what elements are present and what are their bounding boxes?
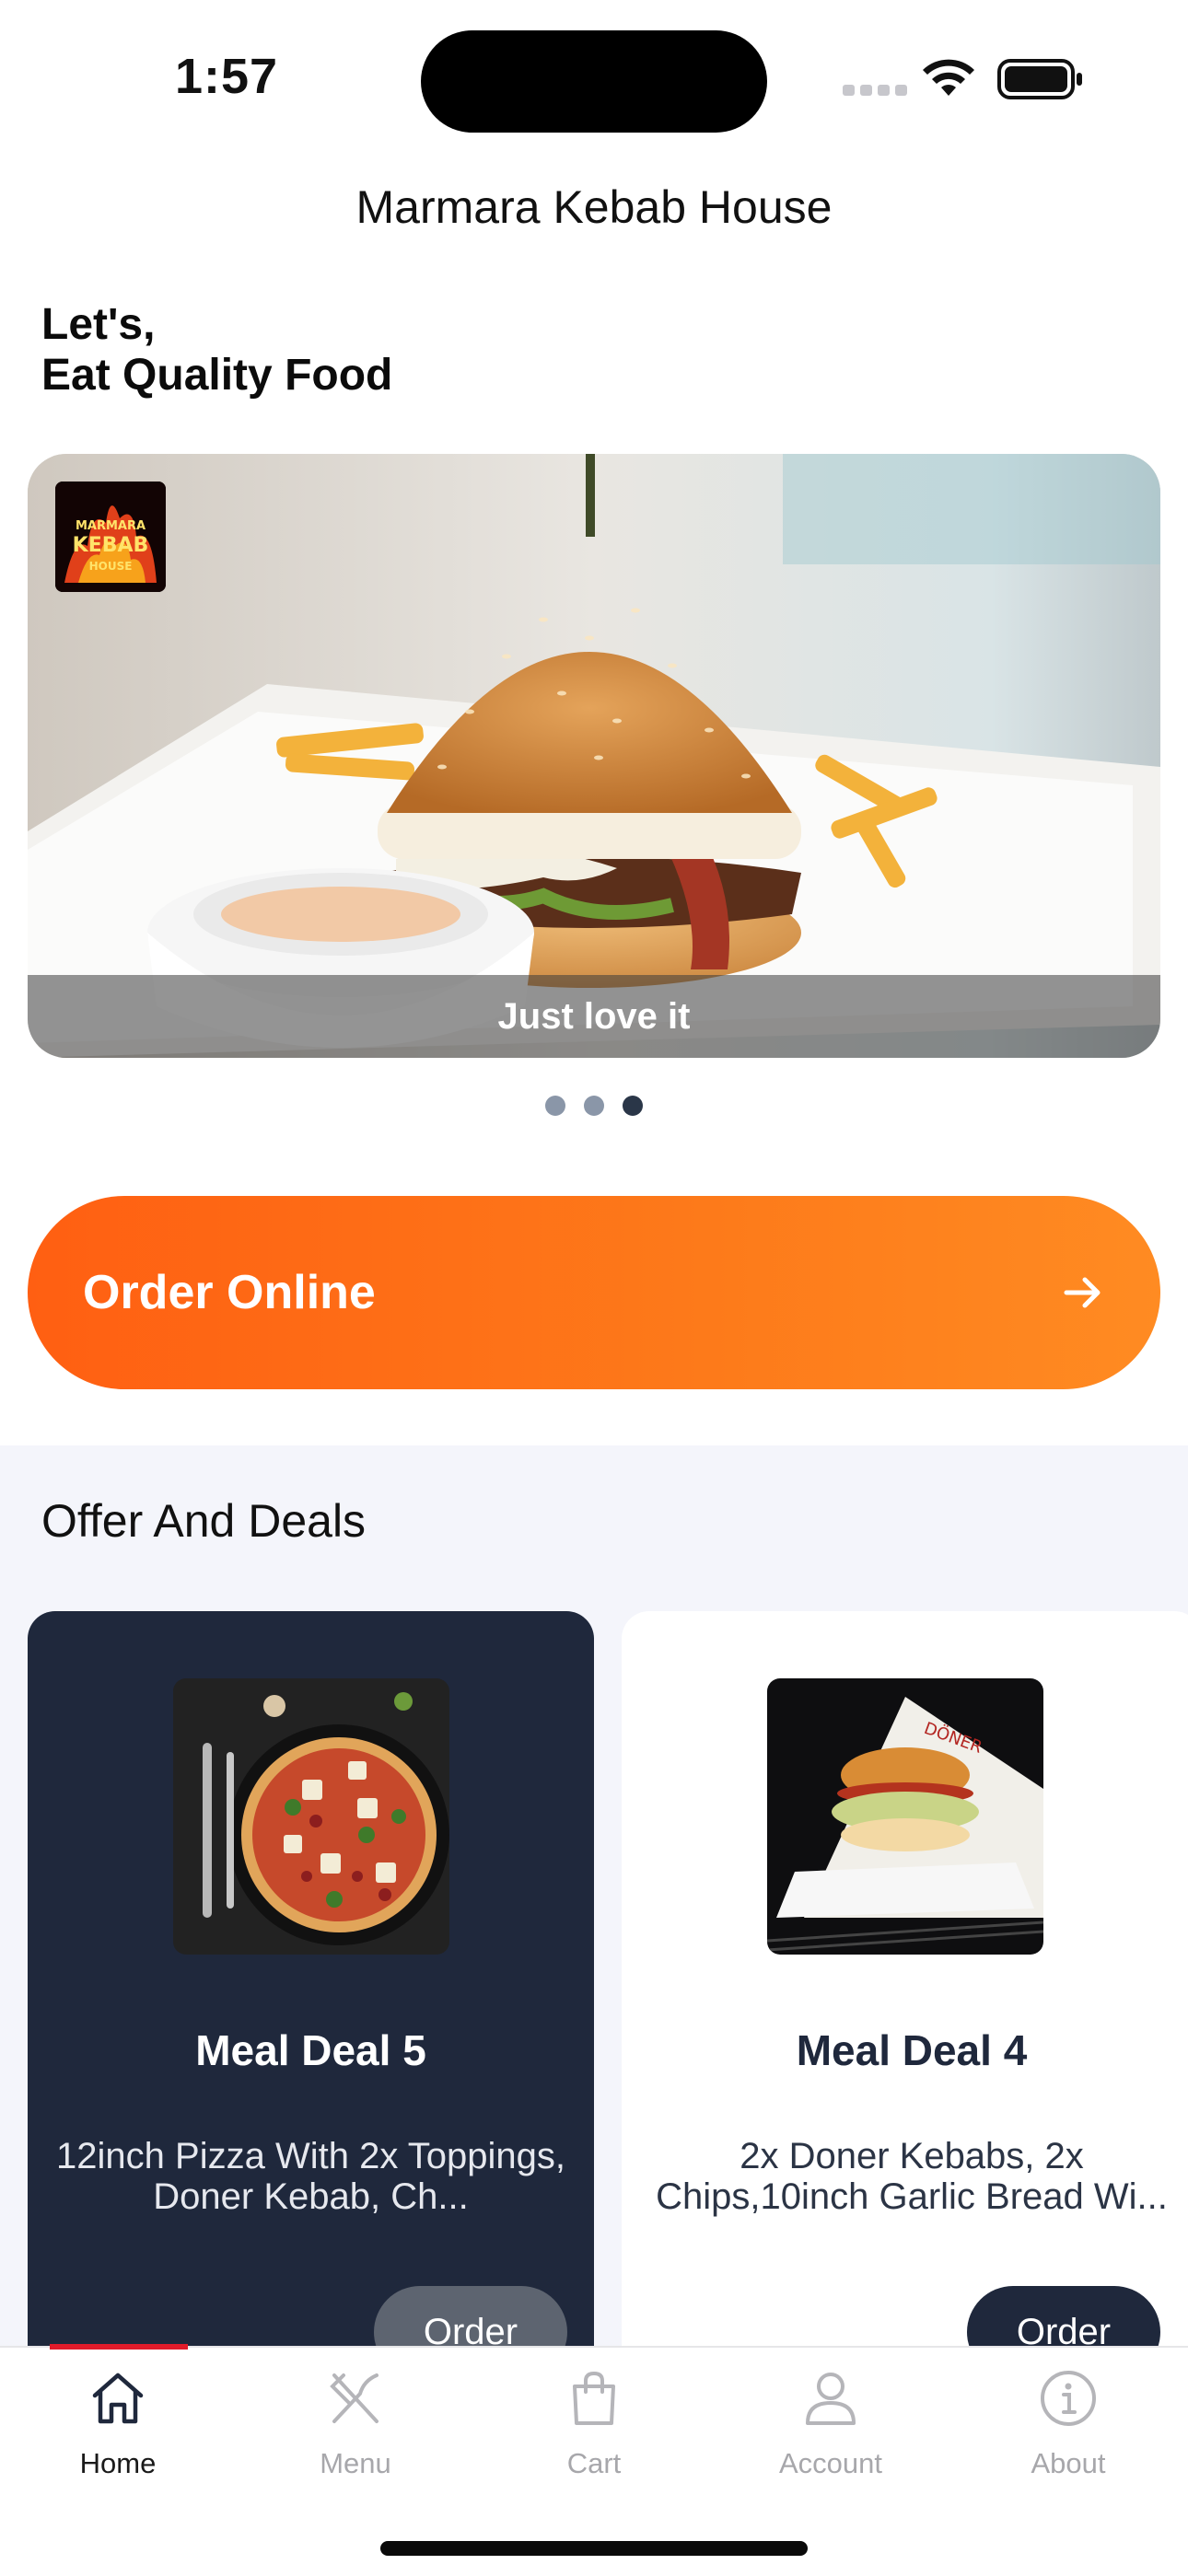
tab-account-label: Account bbox=[778, 2447, 882, 2479]
active-tab-indicator bbox=[50, 2344, 188, 2350]
carousel-dot-active[interactable] bbox=[623, 1096, 643, 1116]
hero-caption: Just love it bbox=[28, 975, 1160, 1058]
pizza-photo bbox=[173, 1678, 449, 1955]
fork-knife-icon bbox=[330, 2373, 379, 2423]
svg-text:MARMARA: MARMARA bbox=[76, 519, 146, 533]
deal-card[interactable]: DÖNER Meal Deal 4 2x Doner Kebabs, 2x Ch… bbox=[622, 1611, 1188, 2440]
tab-about[interactable]: About bbox=[976, 2366, 1160, 2480]
order-online-button[interactable]: Order Online bbox=[28, 1196, 1160, 1389]
carousel-dot[interactable] bbox=[584, 1096, 604, 1116]
info-icon bbox=[1041, 2371, 1096, 2426]
user-icon bbox=[806, 2373, 856, 2425]
deal-description: 2x Doner Kebabs, 2x Chips,10inch Garlic … bbox=[656, 2136, 1168, 2217]
status-time: 1:57 bbox=[175, 49, 279, 104]
tab-about-label: About bbox=[1031, 2447, 1106, 2479]
deal-description: 12inch Pizza With 2x Toppings, Doner Keb… bbox=[56, 2136, 565, 2217]
tab-cart-label: Cart bbox=[566, 2447, 622, 2479]
tab-home-label: Home bbox=[79, 2447, 157, 2479]
burger-photo bbox=[28, 454, 1160, 1058]
home-indicator[interactable] bbox=[380, 2541, 808, 2556]
doner-burger-photo: DÖNER bbox=[767, 1678, 1043, 1955]
greeting: Let's, Eat Quality Food bbox=[41, 299, 392, 400]
tab-home[interactable]: Home bbox=[26, 2366, 210, 2480]
carousel-pagination[interactable] bbox=[0, 1096, 1188, 1116]
home-icon bbox=[92, 2373, 144, 2424]
deal-title: Meal Deal 5 bbox=[195, 2026, 426, 2074]
order-online-label: Order Online bbox=[83, 1266, 376, 1319]
tab-account[interactable]: Account bbox=[739, 2366, 923, 2480]
offers-title: Offer And Deals bbox=[41, 1495, 367, 1547]
greeting-line-2: Eat Quality Food bbox=[41, 351, 393, 400]
deal-title: Meal Deal 4 bbox=[796, 2026, 1028, 2074]
deal-card[interactable]: Meal Deal 5 12inch Pizza With 2x Topping… bbox=[28, 1611, 594, 2440]
svg-text:HOUSE: HOUSE bbox=[89, 560, 133, 573]
wifi-icon bbox=[923, 59, 974, 96]
tab-menu-label: Menu bbox=[320, 2447, 391, 2479]
arrow-right-icon bbox=[1064, 1277, 1101, 1308]
battery-icon bbox=[997, 59, 1082, 99]
cellular-signal-icon bbox=[843, 85, 907, 98]
tab-menu[interactable]: Menu bbox=[263, 2366, 448, 2480]
brand-logo: MARMARA KEBAB HOUSE bbox=[55, 482, 166, 592]
shopping-bag-icon bbox=[573, 2371, 615, 2425]
hero-carousel[interactable]: Just love it bbox=[28, 454, 1160, 1058]
carousel-dot[interactable] bbox=[545, 1096, 565, 1116]
svg-text:KEBAB: KEBAB bbox=[73, 534, 149, 557]
app-title: Marmara Kebab House bbox=[355, 181, 833, 233]
greeting-line-1: Let's, bbox=[41, 300, 156, 349]
dynamic-island bbox=[421, 30, 767, 133]
tab-cart[interactable]: Cart bbox=[502, 2366, 686, 2480]
